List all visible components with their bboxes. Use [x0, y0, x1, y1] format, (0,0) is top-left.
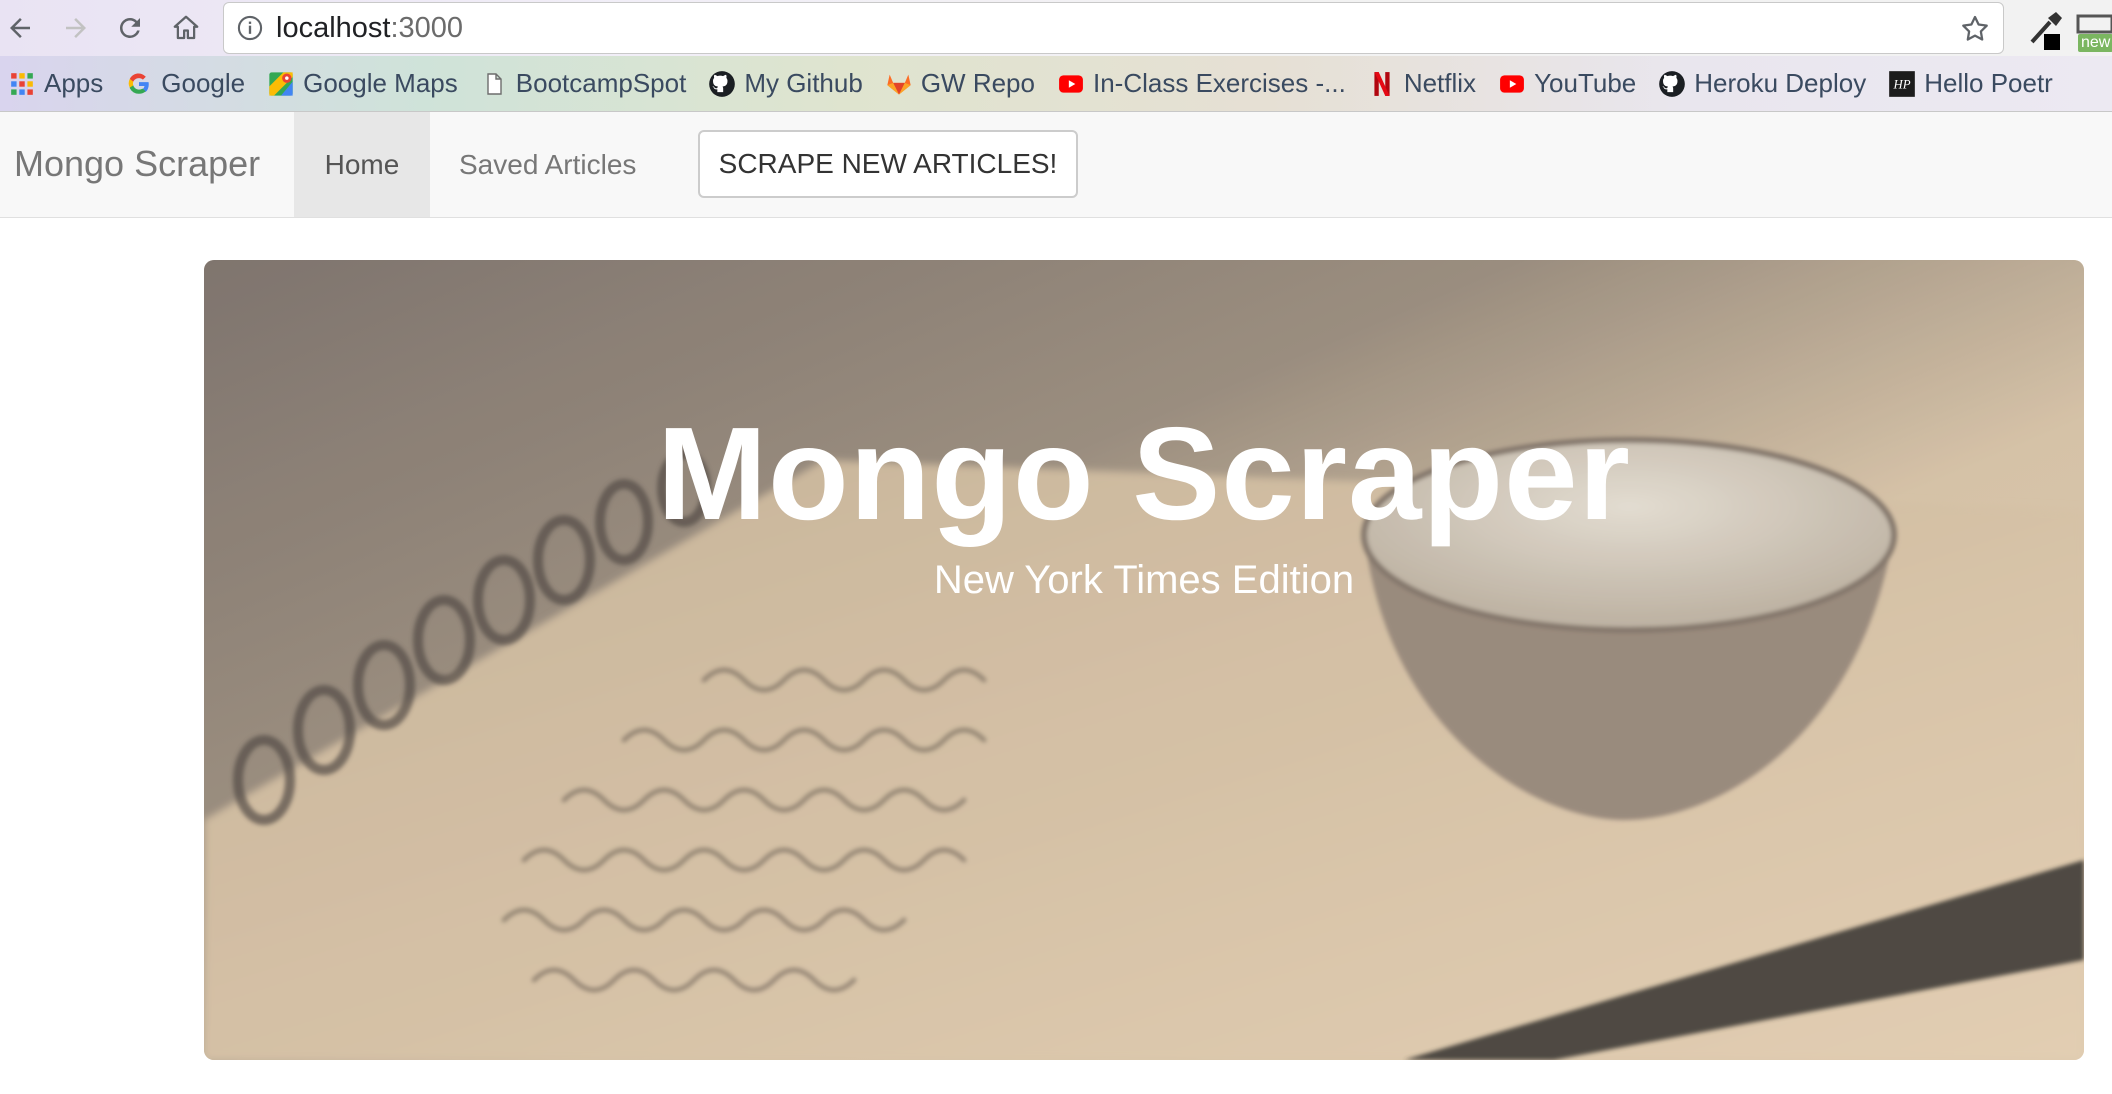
info-icon	[237, 15, 263, 41]
scrape-new-articles-button[interactable]: SCRAPE NEW ARTICLES!	[698, 130, 1078, 198]
youtube-icon	[1057, 70, 1085, 98]
google-icon	[125, 70, 153, 98]
hero-jumbotron: Mongo Scraper New York Times Edition	[204, 260, 2084, 1060]
nav-home-link[interactable]: Home	[294, 112, 430, 217]
bookmark-bootcampspot[interactable]: BootcampSpot	[480, 68, 687, 99]
hp-icon: HP	[1888, 70, 1916, 98]
bookmark-google-maps[interactable]: Google Maps	[267, 68, 458, 99]
navbar-brand[interactable]: Mongo Scraper	[14, 143, 260, 185]
bookmark-youtube[interactable]: YouTube	[1498, 68, 1636, 99]
github-icon	[708, 70, 736, 98]
extension-badge: new	[2078, 34, 2112, 52]
bookmark-label: GW Repo	[920, 68, 1035, 98]
nav-saved-articles-link[interactable]: Saved Articles	[459, 112, 636, 217]
browser-toolbar: localhost:3000 new	[0, 0, 2112, 56]
reload-icon	[119, 17, 140, 38]
apps-grid-icon	[8, 70, 36, 98]
bookmark-label: YouTube	[1534, 68, 1637, 98]
bookmark-label: Heroku Deploy	[1694, 68, 1867, 98]
url-port: :3000	[390, 11, 464, 44]
bookmark-label: Netflix	[1403, 68, 1477, 98]
bookmark-label: My Github	[744, 68, 863, 98]
url-host: localhost	[276, 11, 391, 44]
bookmark-my-github[interactable]: My Github	[708, 68, 863, 99]
bookmark-apps[interactable]: Apps	[8, 68, 103, 99]
reload-button[interactable]	[110, 8, 150, 48]
github-icon	[1658, 70, 1686, 98]
bookmark-hello-poetry[interactable]: HP Hello Poetr	[1888, 68, 2053, 99]
bookmark-heroku-deploy[interactable]: Heroku Deploy	[1658, 68, 1866, 99]
bookmark-netflix[interactable]: Netflix	[1368, 68, 1476, 99]
forward-arrow-icon	[66, 18, 86, 38]
bookmark-in-class-exercises[interactable]: In-Class Exercises -...	[1057, 68, 1346, 99]
bookmark-star-icon[interactable]	[1959, 13, 1991, 45]
google-maps-icon	[267, 70, 295, 98]
bookmark-label: Google	[161, 68, 246, 98]
page-icon	[480, 70, 508, 98]
bookmarks-bar: Apps Google Google Maps BootcampSpot My …	[0, 56, 2112, 112]
address-bar[interactable]: localhost:3000	[223, 2, 2004, 54]
hero-subtitle: New York Times Edition	[933, 558, 1355, 602]
bookmark-label: Google Maps	[303, 68, 458, 98]
bookmark-label: BootcampSpot	[515, 68, 687, 98]
notebook-teacup-background-image	[204, 260, 2084, 1060]
netflix-icon	[1368, 70, 1396, 98]
back-arrow-icon	[10, 18, 30, 38]
bookmark-label: Hello Poetr	[1924, 68, 2053, 98]
hero-title: Mongo Scraper	[657, 400, 1631, 547]
bookmark-gw-repo[interactable]: GW Repo	[885, 68, 1035, 99]
bookmark-label: In-Class Exercises -...	[1092, 68, 1346, 98]
new-badge-extension-icon[interactable]: new	[2074, 10, 2112, 52]
bookmark-google[interactable]: Google	[125, 68, 245, 99]
home-button[interactable]	[166, 8, 206, 48]
back-button[interactable]	[0, 8, 40, 48]
forward-button[interactable]	[56, 8, 96, 48]
home-icon	[173, 15, 199, 40]
eyedropper-extension-icon[interactable]	[2026, 8, 2066, 52]
svg-text:HP: HP	[1893, 77, 1911, 91]
bookmark-label: Apps	[44, 68, 104, 98]
gitlab-icon	[885, 70, 913, 98]
app-navbar: Mongo Scraper Home Saved Articles SCRAPE…	[0, 112, 2112, 218]
youtube-icon	[1498, 70, 1526, 98]
